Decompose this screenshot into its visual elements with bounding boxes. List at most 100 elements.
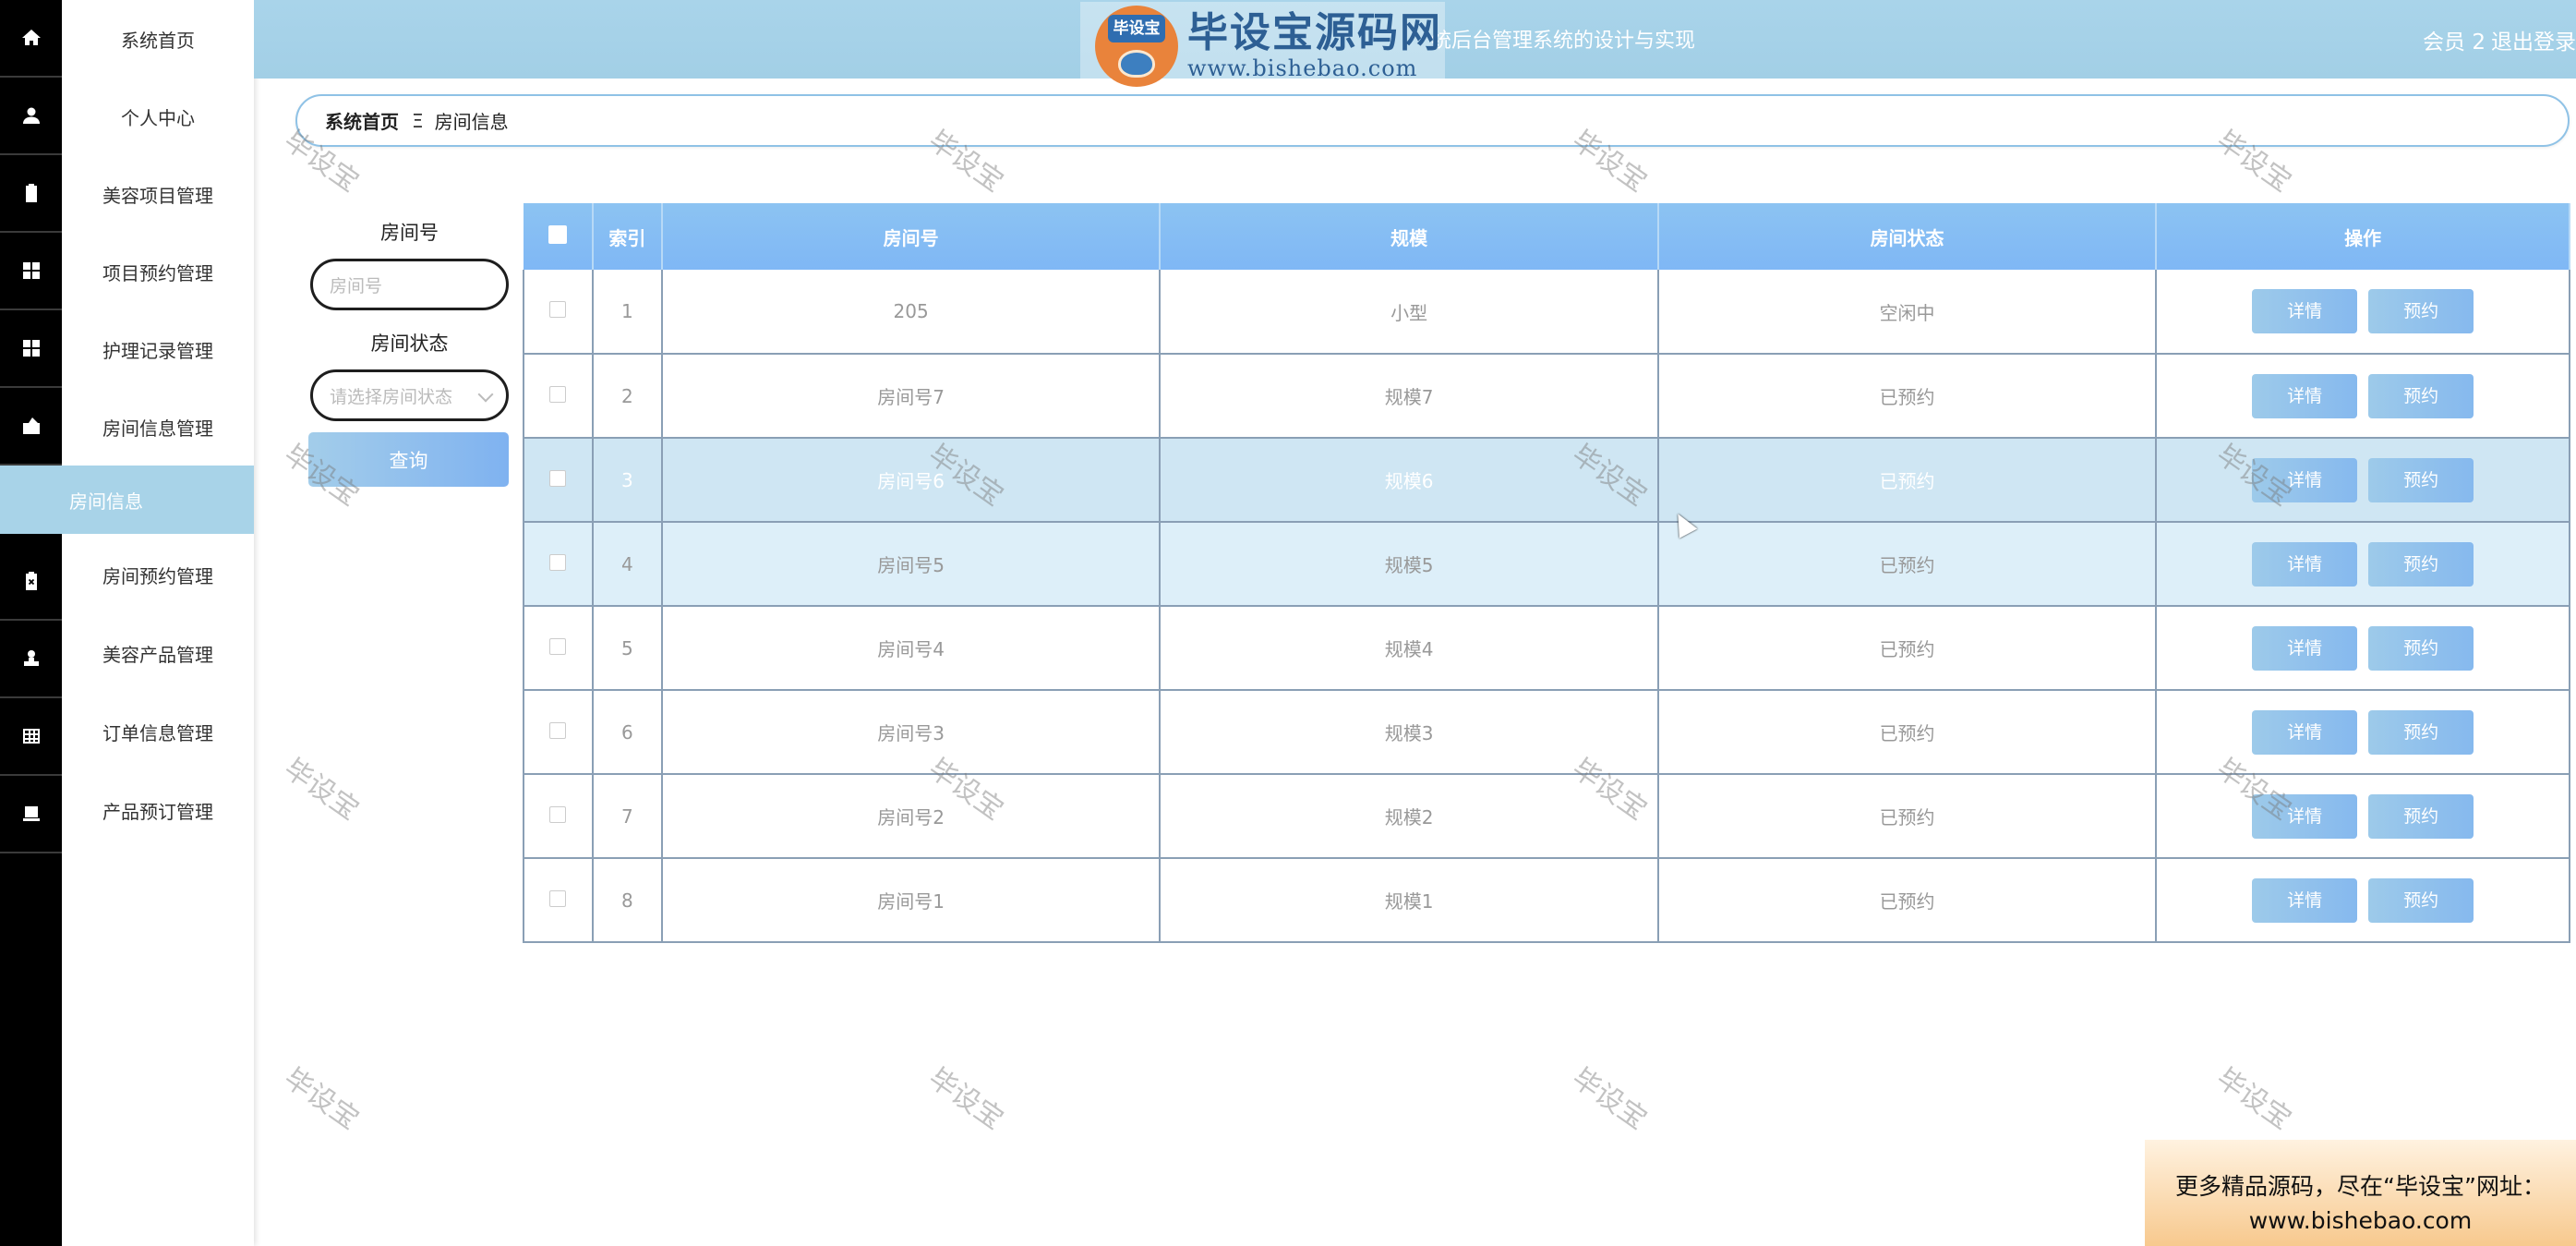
logout-link[interactable]: 退出登录 [2491, 24, 2576, 55]
watermark: 毕设宝 [278, 1061, 365, 1137]
room-status-select[interactable]: 请选择房间状态 [310, 369, 509, 421]
table-row[interactable]: 8 房间号1 规模1 已预约 详情 预约 [523, 858, 2570, 943]
clipboard-x-icon[interactable] [0, 543, 62, 621]
cell-actions: 详情 预约 [2156, 522, 2570, 607]
table-row[interactable]: 3 房间号6 规模6 已预约 详情 预约 [523, 438, 2570, 523]
row-checkbox[interactable] [523, 354, 594, 439]
table-row[interactable]: 6 房间号3 规模3 已预约 详情 预约 [523, 690, 2570, 775]
watermark: 毕设宝 [278, 752, 365, 828]
watermark: 毕设宝 [1566, 1061, 1653, 1137]
user-icon[interactable] [0, 78, 62, 155]
chevron-down-icon [477, 386, 494, 403]
query-button[interactable]: 查询 [308, 432, 509, 487]
sidebar-item-beauty-products[interactable]: 美容产品管理 [62, 614, 254, 692]
detail-button[interactable]: 详情 [2252, 709, 2358, 755]
cell-scale: 小型 [1160, 270, 1659, 355]
icon-rail [0, 0, 62, 1246]
promo-banner: 更多精品源码，尽在“毕设宝”网址： www.bishebao.com [2145, 1140, 2576, 1246]
logo-badge-icon: 毕设宝 [1095, 6, 1178, 87]
cell-scale: 规模1 [1160, 858, 1659, 943]
reserve-button[interactable]: 预约 [2368, 289, 2474, 333]
printer-icon[interactable] [0, 776, 62, 853]
sidebar-item-room-info[interactable]: 房间信息管理 [62, 388, 254, 466]
cell-status: 已预约 [1657, 774, 2158, 859]
column-actions: 操作 [2156, 203, 2570, 270]
select-all-checkbox[interactable] [524, 203, 594, 270]
cell-scale: 规模5 [1160, 522, 1659, 607]
room-number-label: 房间号 [380, 222, 439, 244]
sidebar: 系统首页 个人中心 美容项目管理 项目预约管理 护理记录管理 房间信息管理 房间… [0, 0, 254, 1246]
room-table: 索引 房间号 规模 房间状态 操作 1 205 小型 空闲中 详情 预约 2 房间号7 规模7 已… [523, 203, 2570, 943]
cell-room: 205 [661, 270, 1162, 355]
cell-status: 已预约 [1657, 354, 2158, 439]
reserve-button[interactable]: 预约 [2368, 625, 2474, 671]
sidebar-item-orders[interactable]: 订单信息管理 [62, 693, 254, 770]
cell-status: 已预约 [1657, 606, 2158, 691]
sidebar-item-room-reservations[interactable]: 房间预约管理 [62, 536, 254, 613]
cell-index: 3 [592, 438, 663, 523]
reserve-button[interactable]: 预约 [2368, 877, 2474, 923]
detail-button[interactable]: 详情 [2252, 457, 2358, 502]
cell-index: 6 [592, 690, 663, 775]
table-row[interactable]: 2 房间号7 规模7 已预约 详情 预约 [523, 354, 2570, 439]
sidebar-item-home[interactable]: 系统首页 [62, 0, 254, 78]
detail-button[interactable]: 详情 [2252, 541, 2358, 587]
stamp-icon[interactable] [0, 621, 62, 698]
table-row[interactable]: 7 房间号2 规模2 已预约 详情 预约 [523, 774, 2570, 859]
cell-actions: 详情 预约 [2156, 438, 2570, 523]
sidebar-item-product-bookings[interactable]: 产品预订管理 [62, 771, 254, 849]
cell-status: 已预约 [1657, 858, 2158, 943]
room-number-input[interactable]: 房间号 [310, 259, 509, 310]
row-checkbox[interactable] [523, 690, 594, 775]
table-row[interactable]: 5 房间号4 规模4 已预约 详情 预约 [523, 606, 2570, 691]
detail-button[interactable]: 详情 [2252, 289, 2358, 333]
logo-name: 毕设宝源码网 [1187, 9, 1442, 56]
cell-status: 已预约 [1657, 438, 2158, 523]
breadcrumb-home[interactable]: 系统首页 [325, 107, 399, 134]
reserve-button[interactable]: 预约 [2368, 457, 2474, 502]
row-checkbox[interactable] [523, 606, 594, 691]
reserve-button[interactable]: 预约 [2368, 541, 2474, 587]
row-checkbox[interactable] [523, 774, 594, 859]
row-checkbox[interactable] [523, 858, 594, 943]
sidebar-item-profile[interactable]: 个人中心 [62, 78, 254, 155]
table-row[interactable]: 4 房间号5 规模5 已预约 详情 预约 [523, 522, 2570, 607]
detail-button[interactable]: 详情 [2252, 877, 2358, 923]
table-row[interactable]: 1 205 小型 空闲中 详情 预约 [523, 270, 2570, 355]
detail-button[interactable]: 详情 [2252, 373, 2358, 418]
system-title: 统后台管理系统的设计与实现 [1431, 30, 1696, 53]
row-checkbox[interactable] [523, 270, 594, 355]
member-name: 会员 2 [2423, 30, 2486, 54]
reserve-button[interactable]: 预约 [2368, 373, 2474, 418]
promo-line-2: www.bishebao.com [2248, 1207, 2473, 1234]
cell-scale: 规模6 [1160, 438, 1659, 523]
cell-index: 2 [592, 354, 663, 439]
promo-line-1: 更多精品源码，尽在“毕设宝”网址： [2175, 1173, 2546, 1200]
breadcrumb: 系统首页 Ξ 房间信息 [295, 94, 2570, 147]
detail-button[interactable]: 详情 [2252, 625, 2358, 671]
home-icon[interactable] [0, 0, 62, 78]
row-checkbox[interactable] [523, 522, 594, 607]
cell-room: 房间号7 [661, 354, 1162, 439]
wallet-icon[interactable] [0, 388, 62, 466]
table-icon[interactable] [0, 698, 62, 776]
grid-icon[interactable] [0, 233, 62, 310]
site-logo: 毕设宝 毕设宝源码网 www.bishebao.com [1080, 2, 1445, 91]
clipboard-icon[interactable] [0, 155, 62, 233]
reserve-button[interactable]: 预约 [2368, 793, 2474, 839]
cell-room: 房间号5 [661, 522, 1162, 607]
sidebar-item-beauty-projects[interactable]: 美容项目管理 [62, 155, 254, 233]
sidebar-item-project-reservations[interactable]: 项目预约管理 [62, 233, 254, 310]
row-checkbox[interactable] [523, 438, 594, 523]
sidebar-subitem-room-info[interactable]: 房间信息 [0, 466, 254, 534]
reserve-button[interactable]: 预约 [2368, 709, 2474, 755]
cell-room: 房间号2 [661, 774, 1162, 859]
cell-room: 房间号6 [661, 438, 1162, 523]
sidebar-item-care-records[interactable]: 护理记录管理 [62, 310, 254, 388]
cell-status: 空闲中 [1657, 270, 2158, 355]
detail-button[interactable]: 详情 [2252, 793, 2358, 839]
cell-status: 已预约 [1657, 690, 2158, 775]
grid-icon[interactable] [0, 310, 62, 388]
breadcrumb-current: 房间信息 [434, 111, 509, 133]
cell-actions: 详情 预约 [2156, 354, 2570, 439]
